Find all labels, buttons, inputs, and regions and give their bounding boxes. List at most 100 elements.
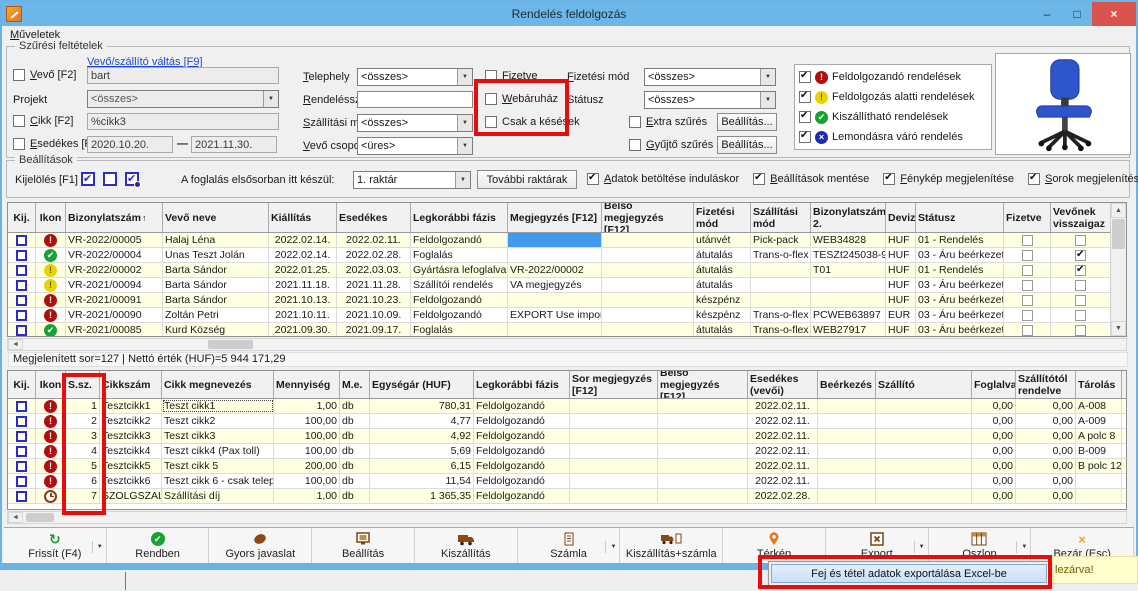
table-cell[interactable]: 2022.02.28. (337, 248, 411, 262)
table-cell[interactable]: készpénz (694, 308, 751, 322)
table-cell[interactable] (876, 399, 972, 413)
table-cell[interactable]: 01 - Rendelés (916, 233, 1004, 247)
chevron-down-icon[interactable]: ▼ (263, 91, 278, 107)
paid-filter-checkbox[interactable]: Fizetve (485, 70, 537, 82)
row-checkbox[interactable] (16, 235, 27, 246)
table-cell[interactable]: 200,00 (274, 459, 340, 473)
table-cell[interactable] (8, 278, 36, 292)
table-cell[interactable]: Teszt cikk3 (162, 429, 274, 443)
table-cell[interactable]: 03 - Áru beérkezett (916, 278, 1004, 292)
table-cell[interactable] (508, 323, 602, 336)
table-cell[interactable]: 1,00 (274, 489, 340, 503)
table-cell[interactable] (602, 323, 694, 336)
table-row[interactable]: !4Tesztcikk4Teszt cikk4 (Pax toll)100,00… (8, 444, 1126, 459)
table-cell[interactable]: VR-2021/00090 (66, 308, 163, 322)
row-checkbox[interactable] (16, 265, 27, 276)
table-cell[interactable]: 2021.11.18. (269, 278, 337, 292)
chevron-down-icon[interactable]: ▼ (760, 69, 775, 85)
table-cell[interactable]: TESZt245038-9238 (811, 248, 886, 262)
table-cell[interactable]: 2022.02.14. (269, 233, 337, 247)
item-filter-checkbox[interactable]: Cikk [F2] (13, 115, 73, 127)
row-checkbox[interactable] (16, 401, 27, 412)
checkbox[interactable] (799, 71, 811, 83)
checkbox[interactable] (799, 111, 811, 123)
table-cell[interactable]: A-009 (1076, 414, 1122, 428)
table-cell[interactable]: 2022.02.11. (337, 233, 411, 247)
table-cell[interactable]: Halaj Léna (163, 233, 269, 247)
checkbox[interactable] (13, 138, 25, 150)
customer-filter-checkbox[interactable]: Vevő [F2] (13, 69, 76, 81)
table-cell[interactable]: 2021.09.17. (337, 323, 411, 336)
table-cell[interactable]: 2022.02.14. (269, 248, 337, 262)
table-cell[interactable] (508, 293, 602, 307)
table-cell[interactable]: Pick-pack (751, 233, 811, 247)
table-cell[interactable]: Trans-o-flex (751, 308, 811, 322)
paid-checkbox[interactable] (1022, 295, 1033, 306)
table-cell[interactable]: Feldolgozandó (474, 429, 570, 443)
select-none-icon[interactable] (103, 172, 117, 186)
table-cell[interactable] (876, 489, 972, 503)
table-cell[interactable]: Feldolgozandó (474, 474, 570, 488)
table-cell[interactable] (8, 459, 36, 473)
checkbox[interactable] (629, 116, 641, 128)
table-cell[interactable]: Barta Sándor (163, 263, 269, 277)
table-cell[interactable]: 3 (66, 429, 100, 443)
table-row[interactable]: !2Tesztcikk2Teszt cikk2100,00db4,77Feldo… (8, 414, 1126, 429)
table-cell[interactable] (876, 429, 972, 443)
table-cell[interactable]: 0,00 (972, 489, 1016, 503)
table-cell[interactable] (8, 263, 36, 277)
table-cell[interactable] (570, 489, 658, 503)
table-cell[interactable]: 1,00 (274, 399, 340, 413)
table-cell[interactable]: db (340, 444, 370, 458)
scroll-left-arrow[interactable]: ◄ (8, 512, 23, 523)
table-cell[interactable]: EUR (886, 308, 916, 322)
table-cell[interactable]: Szállítói rendelés (411, 278, 508, 292)
table-cell[interactable]: Feldolgozandó (411, 233, 508, 247)
table-cell[interactable]: Foglalás (411, 248, 508, 262)
checkbox[interactable] (883, 173, 895, 185)
table-cell[interactable]: 03 - Áru beérkezett (916, 248, 1004, 262)
toolbar-button-kisz-ll-t-s-sz-mla[interactable]: Kiszállítás+számla (620, 528, 723, 563)
table-cell[interactable]: B polc 12 (1076, 459, 1122, 473)
table-cell[interactable] (602, 233, 694, 247)
customer-group-combo[interactable]: <üres>▼ (357, 137, 473, 155)
table-cell[interactable]: 100,00 (274, 474, 340, 488)
table-cell[interactable]: db (340, 429, 370, 443)
title-bar[interactable]: Rendelés feldolgozás – □ × (2, 2, 1136, 26)
table-cell[interactable]: 2021.09.30. (269, 323, 337, 336)
table-cell[interactable]: 2022.02.11. (748, 444, 818, 458)
table-cell[interactable]: 2021.10.11. (269, 308, 337, 322)
toolbar-button-rendben[interactable]: ✔ Rendben (107, 528, 210, 563)
table-cell[interactable]: Feldolgozandó (411, 308, 508, 322)
table-cell[interactable]: ! (36, 233, 66, 247)
table-cell[interactable] (818, 414, 876, 428)
table-cell[interactable]: Kurd Község (163, 323, 269, 336)
table-cell[interactable]: 2021.11.28. (337, 278, 411, 292)
collective-filter-settings-button[interactable]: Beállítás... (717, 136, 777, 154)
confirmed-checkbox[interactable] (1075, 235, 1086, 246)
table-cell[interactable]: átutalás (694, 323, 751, 336)
table-cell[interactable]: 0,00 (1016, 459, 1076, 473)
table-cell[interactable]: 03 - Áru beérkezett (916, 293, 1004, 307)
table-cell[interactable]: ! (36, 459, 66, 473)
column-header[interactable]: Fizetési mód (694, 203, 751, 232)
select-custom-icon[interactable] (125, 172, 139, 186)
table-cell[interactable] (1004, 293, 1051, 307)
column-header[interactable]: Státusz (916, 203, 1004, 232)
table-cell[interactable] (658, 429, 748, 443)
table-cell[interactable] (876, 459, 972, 473)
chevron-down-icon[interactable]: ▼ (457, 69, 472, 85)
checkbox[interactable] (1028, 173, 1040, 185)
table-cell[interactable] (1004, 263, 1051, 277)
table-cell[interactable] (602, 308, 694, 322)
table-cell[interactable]: 6 (66, 474, 100, 488)
table-cell[interactable] (602, 263, 694, 277)
table-cell[interactable] (570, 444, 658, 458)
payment-method-combo[interactable]: <összes>▼ (644, 68, 776, 86)
table-cell[interactable]: Feldolgozandó (474, 489, 570, 503)
table-cell[interactable]: 2022.01.25. (269, 263, 337, 277)
table-cell[interactable]: 11,54 (370, 474, 474, 488)
table-cell[interactable]: ! (36, 399, 66, 413)
collective-filter-checkbox[interactable]: Gyűjtő szűrés (629, 139, 713, 151)
column-header[interactable]: Kiállítás (269, 203, 337, 232)
